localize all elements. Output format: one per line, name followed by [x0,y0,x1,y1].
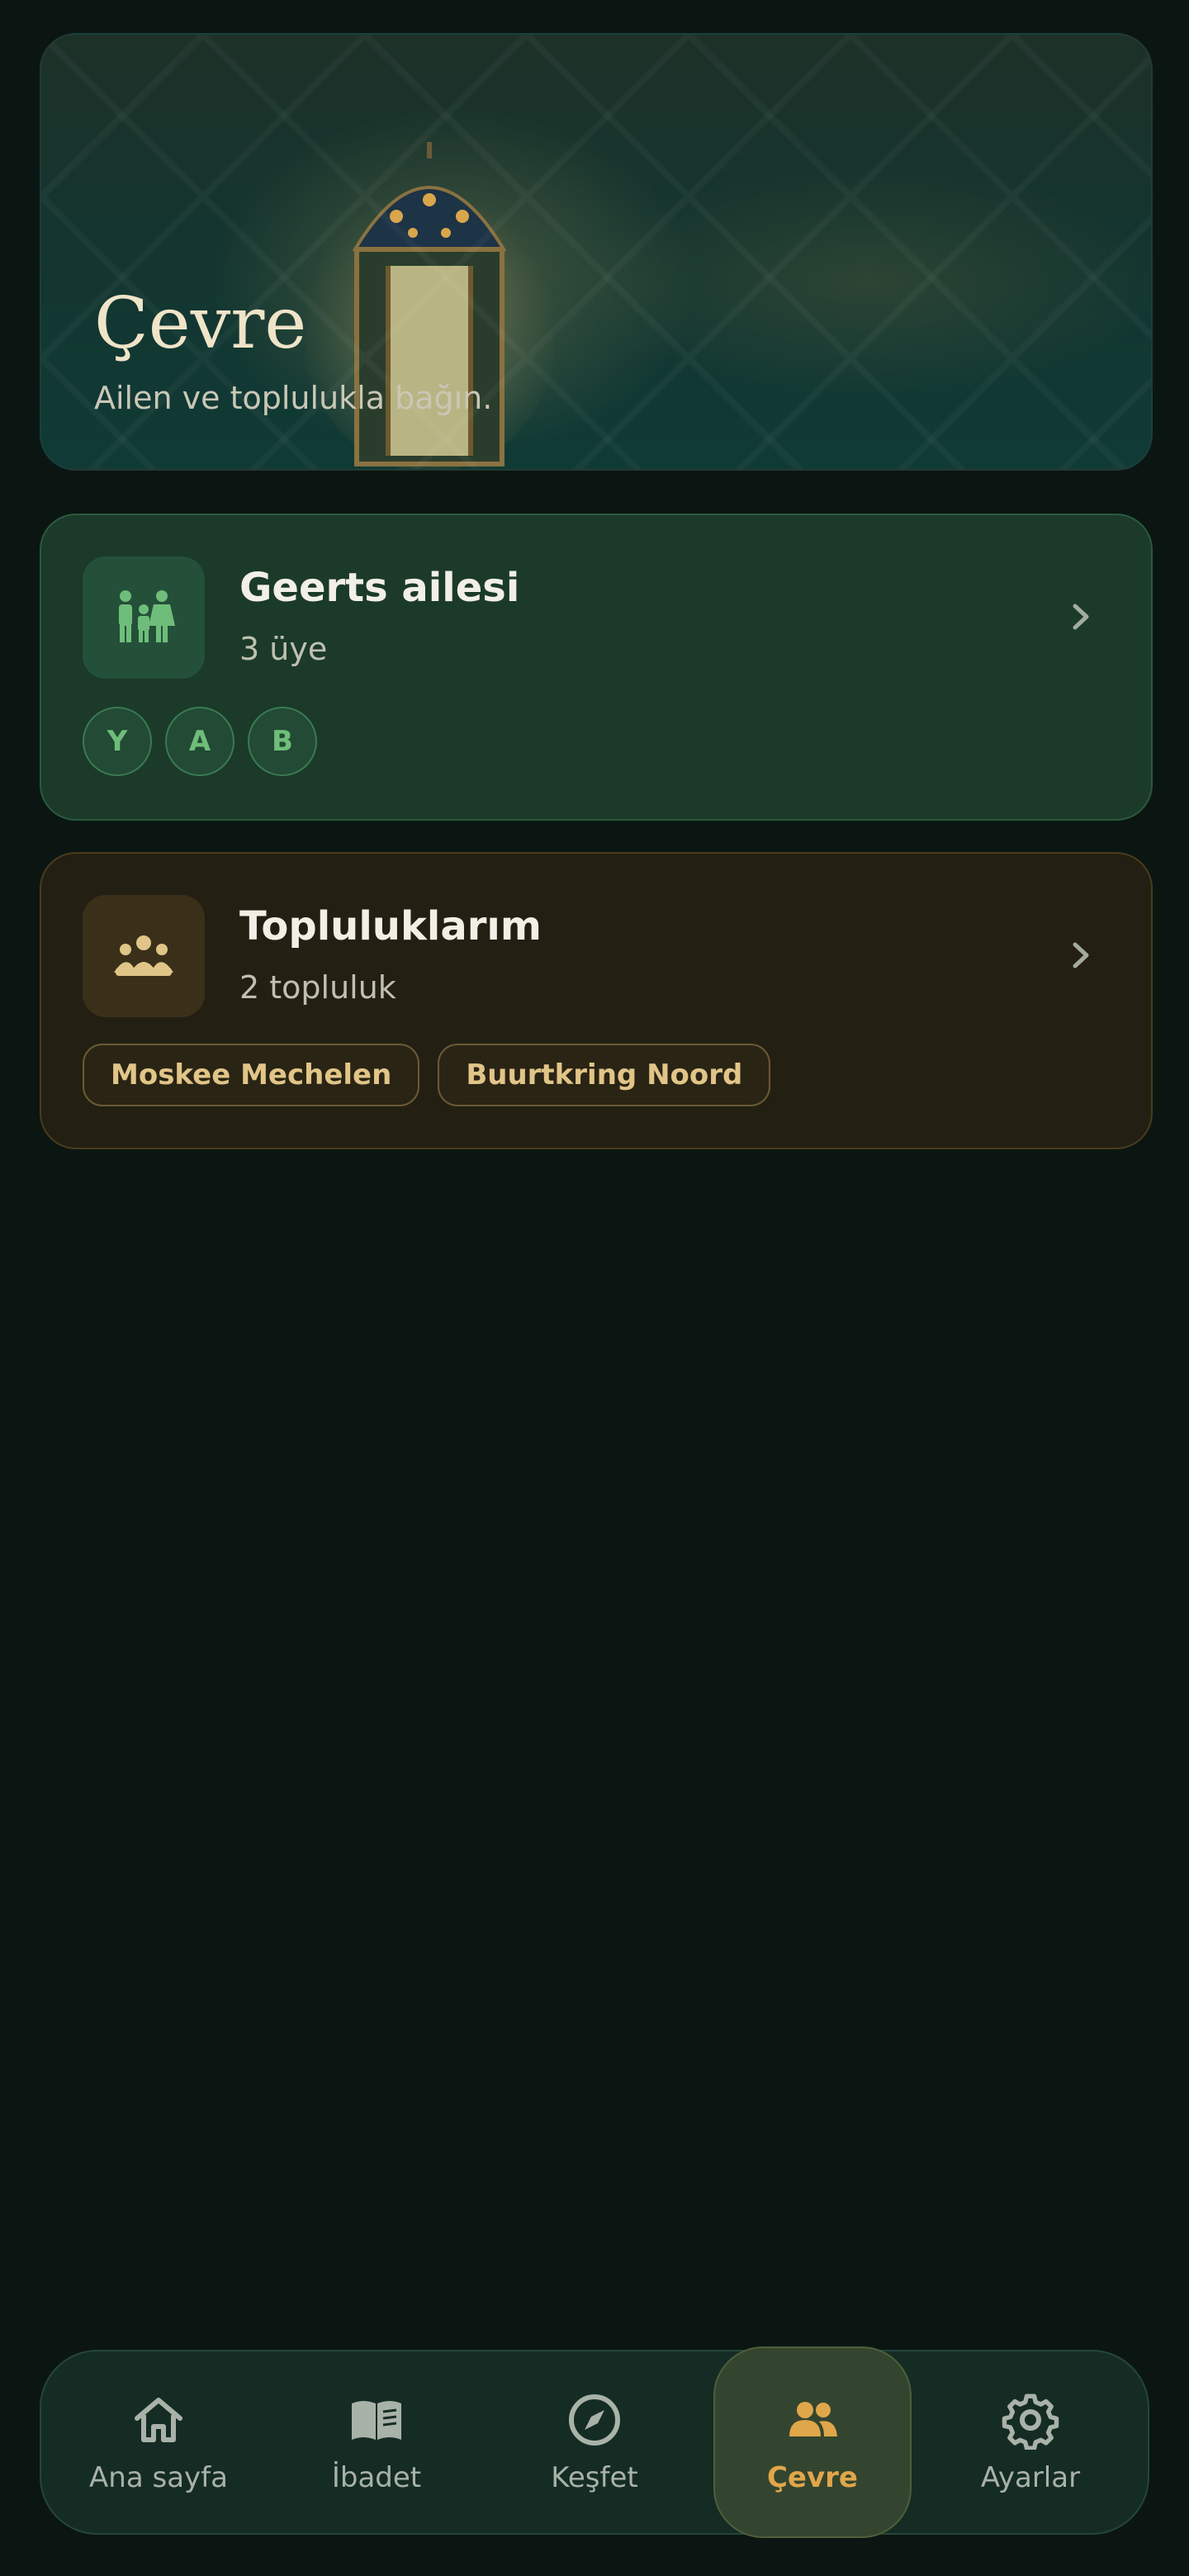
page-subtitle: Ailen ve toplulukla bağın. [94,380,493,416]
nav-home[interactable]: Ana sayfa [59,2346,258,2538]
family-icon [119,590,175,642]
nav-label: Ana sayfa [89,2461,228,2494]
page-title: Çevre [94,282,307,365]
nav-circle[interactable]: Çevre [713,2346,912,2538]
bottom-nav: Ana sayfa İbadet Keşfet Çevre Ayarlar [40,2346,1149,2538]
nav-explore[interactable]: Keşfet [495,2346,694,2538]
avatar[interactable]: A [165,707,234,776]
family-card[interactable]: Geerts ailesi 3 üye Y A B [40,514,1153,821]
nav-label: Ayarlar [980,2461,1081,2494]
group-icon [114,935,173,976]
community-chip[interactable]: Buurtkring Noord [438,1044,771,1106]
family-member-count: 3 üye [239,631,328,667]
people-icon [789,2402,837,2436]
home-icon [135,2398,182,2442]
family-name: Geerts ailesi [239,565,520,611]
community-count: 2 topluluk [239,969,396,1006]
compass-icon [569,2394,620,2446]
gear-icon [1002,2394,1059,2450]
nav-settings[interactable]: Ayarlar [931,2346,1130,2538]
avatar[interactable]: B [248,707,317,776]
member-avatars: Y A B [83,707,317,776]
chevron-right-icon [1073,942,1089,968]
hero-banner: Çevre Ailen ve toplulukla bağın. [40,33,1153,471]
communities-card[interactable]: Topluluklarım 2 topluluk Moskee Mechelen… [40,852,1153,1149]
chevron-right-icon [1073,604,1089,630]
group-icon-box [83,895,205,1017]
community-chips: Moskee Mechelen Buurtkring Noord [83,1044,771,1106]
nav-worship[interactable]: İbadet [277,2346,476,2538]
community-chip[interactable]: Moskee Mechelen [83,1044,420,1106]
nav-label: Keşfet [551,2461,638,2494]
avatar[interactable]: Y [83,707,152,776]
nav-label: İbadet [331,2461,422,2494]
communities-title: Topluluklarım [239,903,542,949]
nav-label: Çevre [766,2461,858,2494]
family-icon-box [83,556,205,679]
book-icon [352,2401,401,2440]
